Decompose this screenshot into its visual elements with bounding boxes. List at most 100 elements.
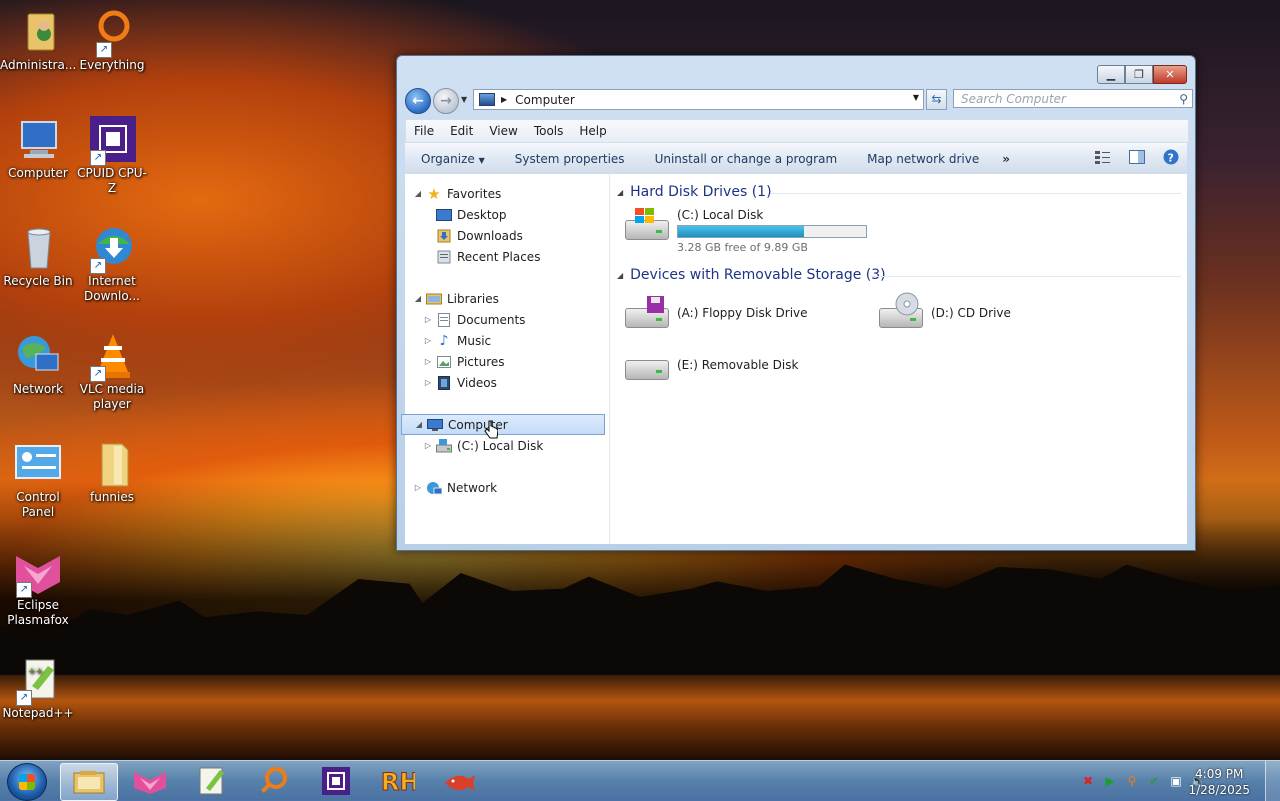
map-network-drive-button[interactable]: Map network drive — [852, 152, 994, 166]
collapse-arrow-icon[interactable]: ◢ — [413, 294, 423, 303]
desktop-icon-notepad-plus-plus[interactable]: ++ ↗ Notepad++ — [0, 656, 76, 721]
taskbar-notepad-plus-plus[interactable] — [184, 763, 240, 799]
collapse-arrow-icon[interactable]: ◢ — [617, 188, 623, 197]
collapse-arrow-icon[interactable]: ◢ — [617, 271, 623, 280]
refresh-button[interactable]: ⇆ — [926, 89, 947, 110]
recent-places-icon — [436, 250, 452, 264]
tree-item-computer[interactable]: ◢ Computer — [401, 414, 605, 435]
desktop-icon-administrator[interactable]: Administra... — [0, 8, 76, 73]
start-button[interactable] — [7, 763, 47, 801]
tree-item-local-disk[interactable]: ▷ (C:) Local Disk — [423, 435, 627, 456]
tray-search-icon[interactable]: ⚲ — [1124, 773, 1140, 789]
restore-button[interactable]: ❐ — [1125, 65, 1153, 84]
desktop-icon-computer[interactable]: Computer — [0, 116, 76, 181]
menu-tools[interactable]: Tools — [526, 124, 572, 138]
tree-item-downloads[interactable]: Downloads — [423, 225, 627, 246]
refresh-icon: ⇆ — [931, 92, 942, 106]
tree-item-desktop[interactable]: Desktop — [423, 204, 627, 225]
menu-file[interactable]: File — [406, 124, 442, 138]
desktop-icon-plasmafox[interactable]: ↗ Eclipse Plasmafox — [0, 548, 76, 628]
tree-item-music[interactable]: ▷ ♪ Music — [423, 330, 627, 351]
taskbar-explorer[interactable] — [60, 763, 118, 801]
desktop-icon-recycle-bin[interactable]: Recycle Bin — [0, 224, 76, 289]
desktop-icon-everything[interactable]: ↗ Everything — [74, 8, 150, 73]
drive-e-name: (E:) Removable Disk — [677, 358, 799, 372]
desktop-icon-control-panel[interactable]: Control Panel — [0, 440, 76, 520]
chevron-down-icon: ▼ — [478, 155, 485, 165]
drive-a[interactable]: (A:) Floppy Disk Drive — [623, 296, 808, 330]
uninstall-program-button[interactable]: Uninstall or change a program — [640, 152, 853, 166]
expand-arrow-icon[interactable]: ▷ — [423, 357, 433, 366]
system-properties-button[interactable]: System properties — [500, 152, 640, 166]
help-button[interactable]: ? — [1163, 149, 1179, 165]
recent-pages-dropdown[interactable]: ▼ — [461, 95, 467, 104]
search-placeholder: Search Computer — [961, 92, 1066, 106]
minimize-icon: ▁ — [1106, 68, 1116, 81]
expand-arrow-icon[interactable]: ▷ — [413, 483, 423, 492]
minimize-button[interactable]: ▁ — [1097, 65, 1125, 84]
menu-view[interactable]: View — [481, 124, 525, 138]
address-dropdown-icon[interactable]: ▼ — [913, 93, 919, 102]
tray-network-icon[interactable]: ▣ — [1168, 773, 1184, 789]
tree-label: Network — [447, 480, 498, 495]
group-removable-storage[interactable]: ◢ Devices with Removable Storage (3) — [617, 267, 1181, 283]
organize-button[interactable]: Organize ▼ — [405, 152, 500, 166]
clock-date: 1/28/2025 — [1188, 783, 1250, 797]
taskbar-plasmafox[interactable] — [122, 763, 178, 799]
desktop-icon-vlc[interactable]: ↗ VLC media player — [74, 332, 150, 412]
cpu-z-icon — [322, 767, 350, 795]
more-commands-button[interactable]: » — [994, 152, 1018, 166]
drive-d[interactable]: (D:) CD Drive — [877, 292, 1011, 330]
recycle-bin-icon — [14, 224, 62, 272]
forward-button[interactable]: → — [433, 88, 459, 114]
search-input[interactable]: Search Computer ⚲ — [953, 89, 1193, 108]
taskbar-everything[interactable] — [246, 763, 302, 799]
svg-text:RH: RH — [381, 768, 415, 794]
change-view-button[interactable] — [1095, 149, 1111, 165]
menu-help[interactable]: Help — [571, 124, 614, 138]
group-hard-disk-drives[interactable]: ◢ Hard Disk Drives (1) — [617, 184, 1181, 200]
tree-item-documents[interactable]: ▷ Documents — [423, 309, 627, 330]
drive-c[interactable]: (C:) Local Disk 3.28 GB free of 9.89 GB — [623, 208, 867, 254]
show-desktop-button[interactable] — [1265, 761, 1280, 801]
tree-item-favorites[interactable]: ◢ ★ Favorites — [413, 183, 617, 204]
expand-arrow-icon[interactable]: ▷ — [423, 315, 433, 324]
removable-disk-icon — [623, 354, 671, 388]
organize-label: Organize — [421, 151, 475, 166]
vlc-icon: ↗ — [88, 332, 136, 382]
expand-arrow-icon[interactable]: ▷ — [423, 441, 433, 450]
expand-arrow-icon[interactable]: ▷ — [423, 336, 433, 345]
desktop-icon-cpuz[interactable]: ↗ CPUID CPU-Z — [74, 116, 150, 196]
tree-item-libraries[interactable]: ◢ Libraries — [413, 288, 617, 309]
desktop-icon-funnies[interactable]: funnies — [74, 440, 150, 505]
tree-label: Favorites — [447, 186, 502, 201]
user-folder-icon — [14, 8, 62, 56]
tray-play-icon[interactable]: ▶ — [1102, 773, 1118, 789]
address-bar[interactable]: ▶ Computer ▼ — [473, 89, 924, 110]
taskbar-cpuz[interactable] — [308, 763, 364, 799]
tray-shield-icon[interactable]: ✔ — [1146, 773, 1162, 789]
drive-a-name: (A:) Floppy Disk Drive — [677, 306, 808, 320]
desktop-icon-network[interactable]: Network — [0, 332, 76, 397]
taskbar-rh[interactable]: RH — [370, 763, 426, 799]
breadcrumb-separator-icon[interactable]: ▶ — [501, 95, 507, 104]
back-button[interactable]: ← — [405, 88, 431, 114]
drive-e[interactable]: (E:) Removable Disk — [623, 354, 798, 388]
close-button[interactable]: ✕ — [1153, 65, 1187, 84]
clock[interactable]: 4:09 PM 1/28/2025 — [1188, 766, 1250, 798]
tree-item-network[interactable]: ▷ Network — [413, 477, 617, 498]
videos-icon — [436, 375, 452, 390]
tray-error-icon[interactable]: ✖ — [1080, 773, 1096, 789]
tree-item-recent-places[interactable]: Recent Places — [423, 246, 627, 267]
expand-arrow-icon[interactable]: ▷ — [423, 378, 433, 387]
desktop-icon — [436, 208, 452, 222]
menu-edit[interactable]: Edit — [442, 124, 481, 138]
collapse-arrow-icon[interactable]: ◢ — [414, 420, 424, 429]
desktop-icon-idm[interactable]: ↗ Internet Downlo... — [74, 224, 150, 304]
restore-icon: ❐ — [1134, 68, 1144, 81]
tree-item-pictures[interactable]: ▷ Pictures — [423, 351, 627, 372]
preview-pane-button[interactable] — [1129, 149, 1145, 165]
tree-item-videos[interactable]: ▷ Videos — [423, 372, 627, 393]
collapse-arrow-icon[interactable]: ◢ — [413, 189, 423, 198]
taskbar-redfish[interactable] — [432, 763, 488, 799]
